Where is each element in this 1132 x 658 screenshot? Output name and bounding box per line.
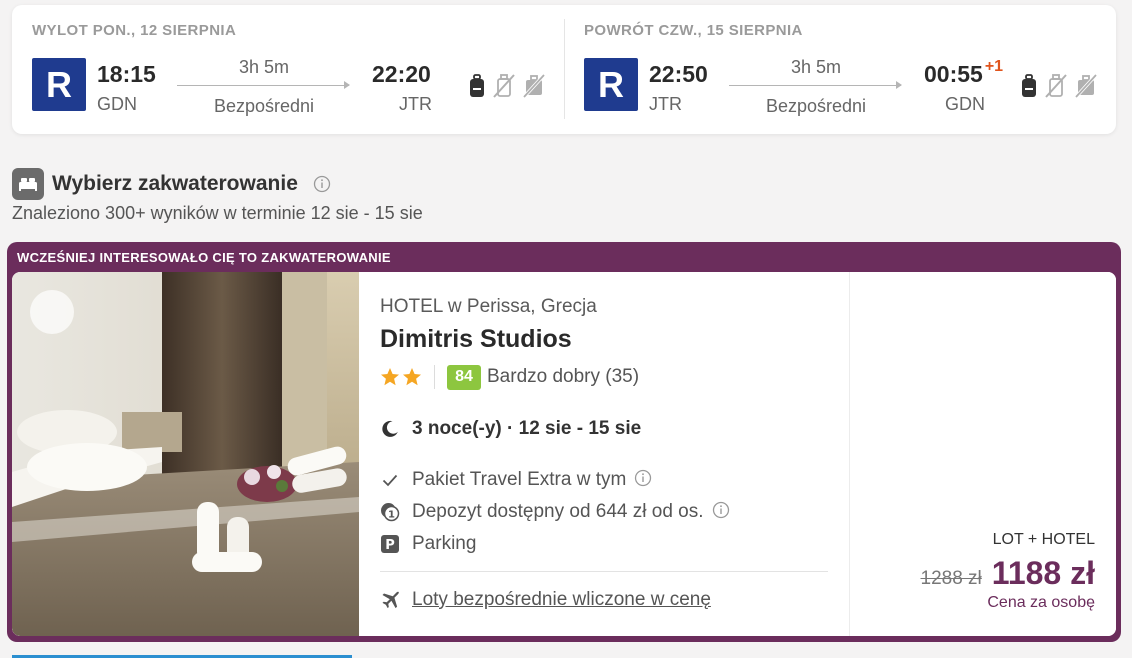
svg-text:P: P (385, 538, 395, 553)
arrival-time: 00:55 +1 (924, 58, 1004, 88)
info-icon[interactable] (313, 175, 331, 198)
plane-icon (382, 591, 399, 609)
arrival-airport: JTR (399, 94, 432, 114)
route-arrow (177, 81, 350, 89)
baggage-icons (1020, 72, 1098, 100)
info-icon[interactable] (712, 501, 730, 524)
old-price: 1288 zł (920, 568, 982, 589)
departure-airport: JTR (649, 94, 682, 114)
hotel-type-location: HOTEL w Perissa, Grecja (380, 296, 597, 317)
deposit-coin-icon: 1 (380, 502, 400, 522)
airline-logo: R (584, 58, 638, 111)
review-score-text[interactable]: Bardzo dobry (35) (487, 366, 639, 388)
moon-icon (382, 420, 398, 437)
price-row: 1288 zł 1188 zł (921, 555, 1095, 592)
bed-icon (12, 168, 44, 200)
feature-label: Depozyt dostępny od 644 zł od os. (412, 501, 704, 522)
day-offset-badge: +1 (984, 58, 1004, 75)
stay-length-dates: 3 noce(-y) · 12 sie - 15 sie (412, 418, 642, 439)
hotel-name[interactable]: Dimitris Studios (380, 325, 572, 354)
info-icon[interactable] (634, 469, 652, 492)
personal-bag-icon (1022, 74, 1036, 97)
check-icon (380, 470, 400, 490)
route-arrow (729, 81, 902, 89)
arrival-time: 22:20 (372, 61, 431, 87)
feature-travel-extra: Pakiet Travel Extra w tym (380, 467, 652, 493)
return-header: POWRÓT CZW., 15 SIERPNIA (584, 22, 803, 39)
feature-parking: P Parking (380, 531, 476, 557)
departure-time: 22:50 (649, 61, 708, 87)
return-flight: POWRÓT CZW., 15 SIERPNIA R 22:50 JTR 3h … (584, 5, 1104, 134)
no-checked-bag-icon (522, 73, 546, 99)
arrival-time-value: 00:55 (924, 61, 983, 87)
flights-included-link[interactable]: Loty bezpośrednie wliczone w cenę (380, 587, 711, 613)
previously-viewed-badge: WCZEŚNIEJ INTERESOWAŁO CIĘ TO ZAKWATEROW… (17, 250, 391, 265)
hotel-rating: 84 Bardzo dobry (35) (380, 364, 639, 390)
star-icon (403, 368, 421, 386)
hotel-card-frame[interactable]: WCZEŚNIEJ INTERESOWAŁO CIĘ TO ZAKWATEROW… (7, 242, 1121, 642)
airline-logo: R (32, 58, 86, 111)
flights-included-text[interactable]: Loty bezpośrednie wliczone w cenę (412, 589, 711, 611)
review-score-badge: 84 (447, 364, 481, 390)
price-note: Cena za osobę (987, 594, 1095, 611)
no-cabin-bag-icon (1045, 74, 1067, 98)
stops-label: Bezpośredni (765, 96, 867, 116)
results-count: Znaleziono 300+ wyników w terminie 12 si… (12, 203, 423, 223)
legs-divider (564, 19, 565, 119)
no-cabin-bag-icon (493, 74, 515, 98)
package-label: LOT + HOTEL (992, 531, 1095, 548)
stay-details: 3 noce(-y) · 12 sie - 15 sie (380, 416, 641, 442)
outbound-flight: WYLOT PON., 12 SIERPNIA R 18:15 GDN 3h 5… (32, 5, 552, 134)
flight-duration: 3h 5m (238, 57, 290, 77)
flight-summary-card: WYLOT PON., 12 SIERPNIA R 18:15 GDN 3h 5… (12, 5, 1116, 134)
current-price: 1188 zł (991, 555, 1095, 591)
feature-label: Parking (412, 533, 477, 554)
divider (380, 571, 828, 572)
departure-airport: GDN (97, 94, 137, 114)
outbound-header: WYLOT PON., 12 SIERPNIA (32, 22, 237, 39)
no-checked-bag-icon (1074, 73, 1098, 99)
svg-text:1: 1 (388, 510, 395, 521)
feature-label: Pakiet Travel Extra w tym (412, 469, 627, 490)
stops-label: Bezpośredni (213, 96, 315, 116)
baggage-icons (468, 72, 546, 100)
personal-bag-icon (470, 74, 484, 97)
section-title: Wybierz zakwaterowanie (52, 172, 298, 195)
departure-time: 18:15 (97, 61, 156, 87)
parking-icon: P (380, 534, 400, 554)
flight-duration: 3h 5m (790, 57, 842, 77)
hotel-photo[interactable] (12, 272, 359, 636)
hotel-card[interactable]: HOTEL w Perissa, Grecja Dimitris Studios… (12, 272, 1116, 636)
star-icon (381, 368, 399, 386)
arrival-airport: GDN (945, 94, 985, 114)
hotel-stars (380, 367, 422, 387)
rating-divider (434, 365, 435, 389)
price-panel: LOT + HOTEL 1288 zł 1188 zł Cena za osob… (849, 272, 1116, 636)
feature-deposit: 1 Depozyt dostępny od 644 zł od os. (380, 499, 730, 525)
